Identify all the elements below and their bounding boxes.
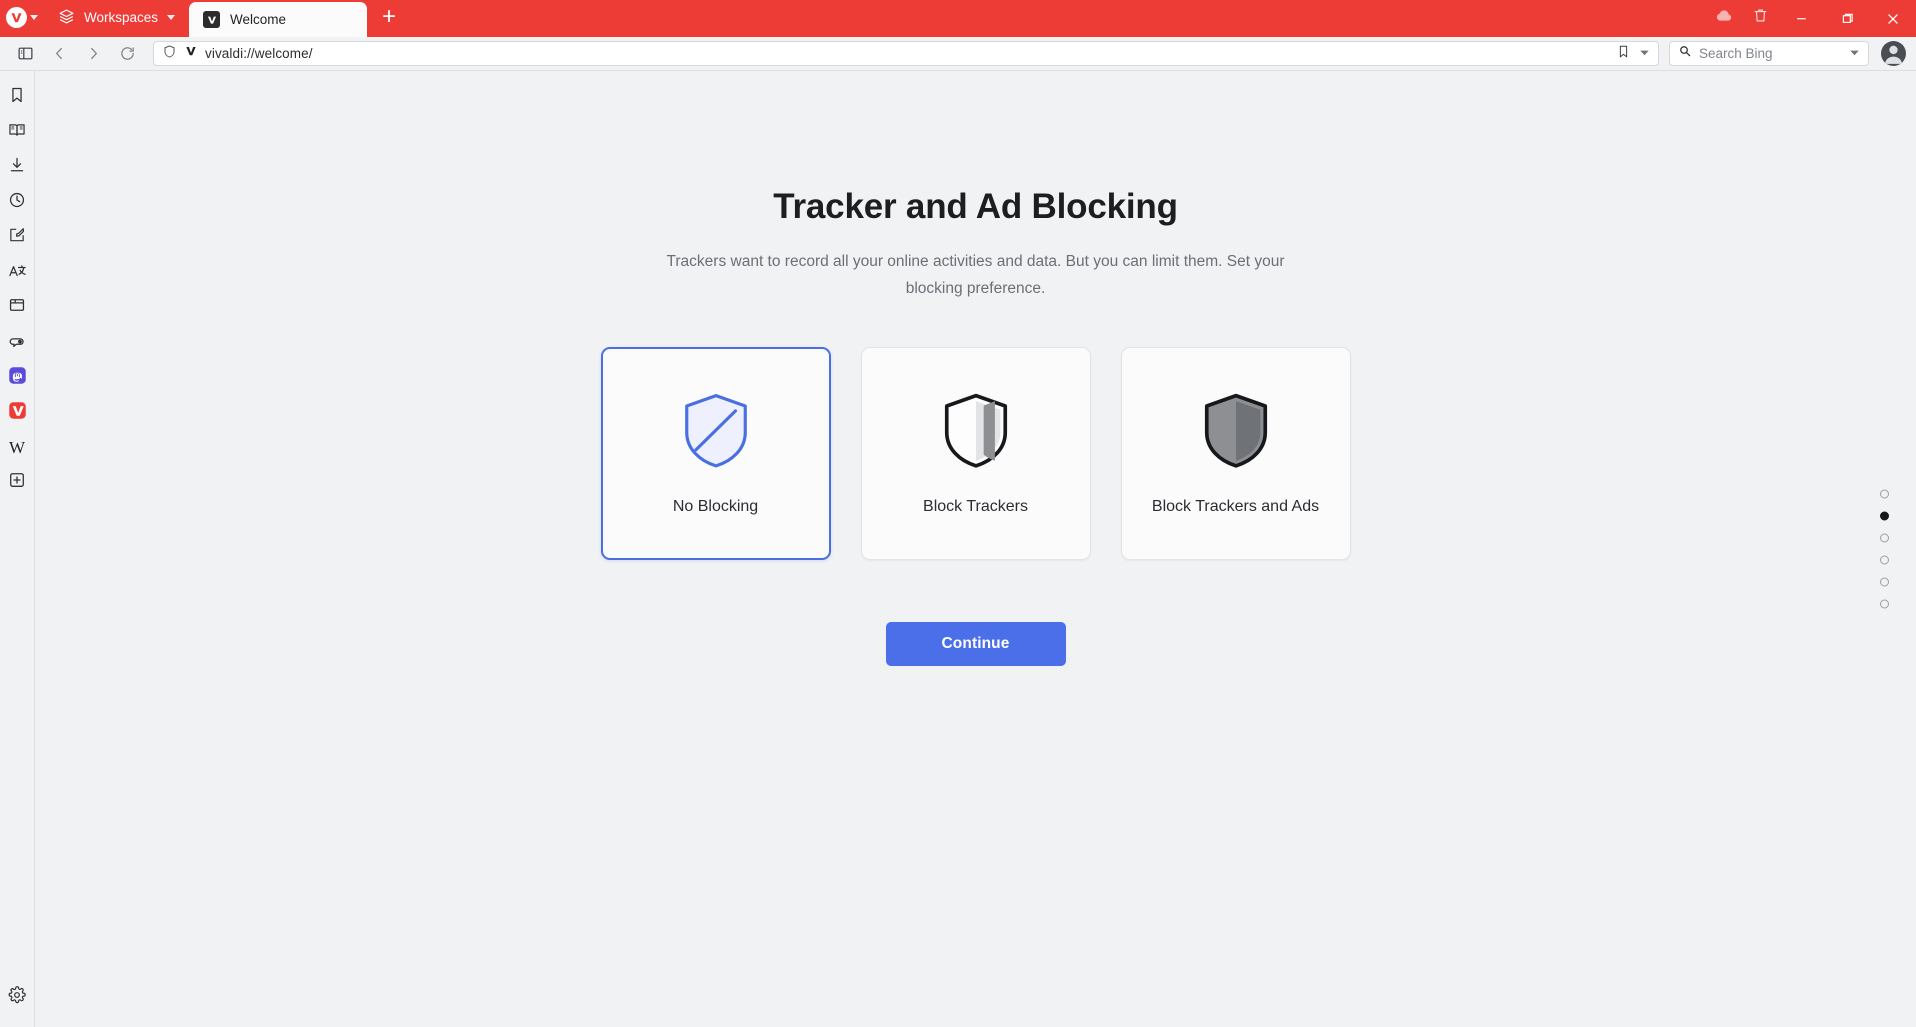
page-dot[interactable]: [1880, 533, 1889, 543]
tab-bar: Workspaces Welcome +: [0, 0, 1916, 37]
plus-square-icon: [8, 471, 26, 494]
vivaldi-menu-button[interactable]: [0, 0, 44, 37]
vivaldi-icon: [203, 11, 221, 28]
shield-half-icon: [938, 392, 1014, 470]
workspaces-label: Workspaces: [84, 10, 159, 25]
chat-bubble-icon: [8, 331, 27, 355]
minimize-button[interactable]: [1778, 0, 1824, 37]
sidebar-item-mastodon[interactable]: [0, 360, 35, 395]
sidebar-item-translate[interactable]: [0, 255, 35, 290]
download-icon: [8, 156, 26, 179]
option-block-trackers-and-ads[interactable]: Block Trackers and Ads: [1120, 347, 1351, 561]
translate-icon: [8, 261, 27, 285]
page-dot[interactable]: [1880, 577, 1889, 587]
page-subtitle: Trackers want to record all your online …: [666, 253, 1285, 297]
plus-icon: +: [382, 2, 397, 30]
shield-slash-icon: [678, 392, 754, 470]
url-field-actions: [1616, 44, 1650, 64]
blocking-options: No Blocking Block Trackers Block Tracker…: [600, 347, 1351, 561]
sidebar-item-downloads[interactable]: [0, 150, 35, 185]
sidebar-item-history[interactable]: [0, 185, 35, 220]
page-dot[interactable]: [1880, 599, 1889, 609]
layers-icon: [58, 8, 75, 28]
profile-avatar[interactable]: [1881, 41, 1906, 66]
option-label: Block Trackers: [923, 497, 1028, 515]
option-label: Block Trackers and Ads: [1151, 497, 1320, 515]
reload-button[interactable]: [112, 40, 143, 68]
mastodon-icon: [8, 366, 27, 390]
search-icon: [1678, 44, 1692, 63]
search-dropdown-icon[interactable]: [1849, 45, 1860, 63]
workspaces-button[interactable]: Workspaces: [44, 0, 189, 37]
option-block-trackers[interactable]: Block Trackers: [860, 347, 1091, 561]
sidebar-item-bookmarks[interactable]: [0, 80, 35, 115]
forward-button[interactable]: [78, 40, 109, 68]
tab-title: Welcome: [230, 12, 287, 27]
panel-toggle-button[interactable]: [10, 40, 41, 68]
wikipedia-icon: W: [8, 437, 26, 457]
sidebar-item-vivaldi-community[interactable]: [0, 395, 35, 430]
window-icon: [8, 296, 26, 319]
bookmark-icon[interactable]: [1616, 44, 1631, 64]
url-text: vivaldi://welcome/: [205, 46, 313, 61]
panel-rail: W: [0, 71, 35, 1027]
option-no-blocking[interactable]: No Blocking: [600, 347, 831, 561]
url-dropdown-icon[interactable]: [1639, 45, 1650, 63]
welcome-page: Tracker and Ad Blocking Trackers want to…: [35, 71, 1916, 1027]
continue-button[interactable]: Continue: [885, 622, 1066, 667]
sidebar-item-window[interactable]: [0, 290, 35, 325]
sidebar-item-reading-list[interactable]: [0, 115, 35, 150]
sync-cloud-icon: [1715, 6, 1734, 30]
sidebar-item-wikipedia[interactable]: W: [0, 430, 35, 465]
book-icon: [8, 121, 26, 144]
sidebar-item-notes[interactable]: [0, 220, 35, 255]
trash-icon: [1752, 7, 1769, 29]
gear-icon: [8, 986, 26, 1009]
address-bar: vivaldi://welcome/ Search Bing: [0, 37, 1916, 71]
chevron-down-icon: [167, 15, 176, 20]
search-placeholder: Search Bing: [1699, 46, 1773, 61]
shield-icon[interactable]: [162, 44, 177, 64]
clock-icon: [8, 191, 26, 214]
sidebar-item-feeds[interactable]: [0, 325, 35, 360]
chevron-down-icon: [30, 15, 38, 20]
page-dot-active[interactable]: [1880, 511, 1889, 521]
vivaldi-icon: [8, 401, 27, 425]
tab-welcome[interactable]: Welcome: [189, 2, 368, 37]
browser-shell: W Tracker and Ad Blocking Trackers want …: [0, 71, 1916, 1027]
vivaldi-icon: [6, 7, 27, 28]
search-field[interactable]: Search Bing: [1669, 41, 1869, 66]
bookmark-icon: [8, 86, 26, 109]
sidebar-item-settings[interactable]: [0, 980, 35, 1015]
option-label: No Blocking: [672, 497, 759, 515]
sidebar-item-add-web-panel[interactable]: [0, 465, 35, 500]
page-indicator: [1880, 489, 1889, 609]
page-dot[interactable]: [1880, 489, 1889, 499]
trash-button[interactable]: [1742, 0, 1778, 36]
new-tab-button[interactable]: +: [367, 0, 411, 37]
url-field[interactable]: vivaldi://welcome/: [153, 41, 1659, 66]
page-dot[interactable]: [1880, 555, 1889, 565]
close-button[interactable]: [1870, 0, 1916, 37]
shield-full-icon: [1198, 392, 1274, 470]
back-button[interactable]: [44, 40, 75, 68]
maximize-button[interactable]: [1824, 0, 1870, 37]
note-edit-icon: [8, 226, 26, 249]
tab-strip: Welcome: [189, 0, 368, 37]
vivaldi-icon: [184, 44, 198, 63]
page-title: Tracker and Ad Blocking: [773, 187, 1178, 226]
sync-button[interactable]: [1706, 0, 1742, 36]
tab-bar-tools: [1706, 0, 1778, 37]
